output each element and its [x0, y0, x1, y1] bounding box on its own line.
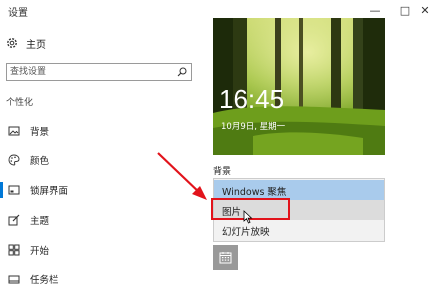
minimize-button[interactable]: — [360, 3, 390, 17]
search-icon[interactable] [177, 67, 187, 77]
gear-icon [7, 38, 17, 48]
sidebar-item-label: 主题 [30, 216, 50, 227]
dropdown-option-slideshow[interactable]: 幻灯片放映 [214, 220, 384, 240]
theme-brush-icon [8, 214, 20, 226]
lock-screen-time: 16:45 [219, 84, 285, 114]
option-label: Windows 聚焦 [222, 187, 287, 198]
sidebar-item-label: 锁屏界面 [30, 186, 69, 197]
sidebar-item-start[interactable]: 开始 [0, 239, 200, 261]
palette-icon [8, 154, 20, 166]
taskbar-icon [8, 275, 20, 284]
home-nav-item[interactable]: 主页 [6, 34, 46, 52]
sidebar-item-background[interactable]: 背景 [0, 120, 200, 142]
lock-screen-date: 10月9日, 星期一 [221, 122, 286, 132]
search-input[interactable] [10, 65, 170, 79]
window-title: 设置 [8, 8, 28, 19]
lock-screen-icon [8, 185, 20, 195]
sidebar-item-themes[interactable]: 主题 [0, 209, 200, 231]
close-button[interactable]: ✕ [414, 3, 436, 17]
active-indicator [0, 182, 3, 198]
search-box[interactable] [6, 63, 192, 81]
dropdown-option-windows-spotlight[interactable]: Windows 聚焦 [214, 180, 384, 200]
background-label: 背景 [213, 167, 232, 177]
calendar-app-tile[interactable] [213, 245, 238, 270]
lock-screen-preview: 16:45 10月9日, 星期一 [213, 18, 385, 155]
option-label: 幻灯片放映 [222, 227, 270, 238]
home-label: 主页 [26, 39, 46, 51]
annotation-arrow-icon [157, 152, 207, 200]
sidebar-item-label: 任务栏 [30, 275, 59, 286]
sidebar-item-label: 开始 [30, 246, 50, 257]
picture-icon [8, 126, 20, 136]
sidebar-item-label: 颜色 [30, 156, 50, 167]
section-title: 个性化 [6, 98, 34, 108]
mouse-cursor-icon [243, 210, 253, 224]
sidebar-item-taskbar[interactable]: 任务栏 [0, 268, 200, 286]
start-grid-icon [8, 244, 20, 256]
sidebar-item-label: 背景 [30, 127, 50, 138]
calendar-icon [219, 252, 232, 264]
